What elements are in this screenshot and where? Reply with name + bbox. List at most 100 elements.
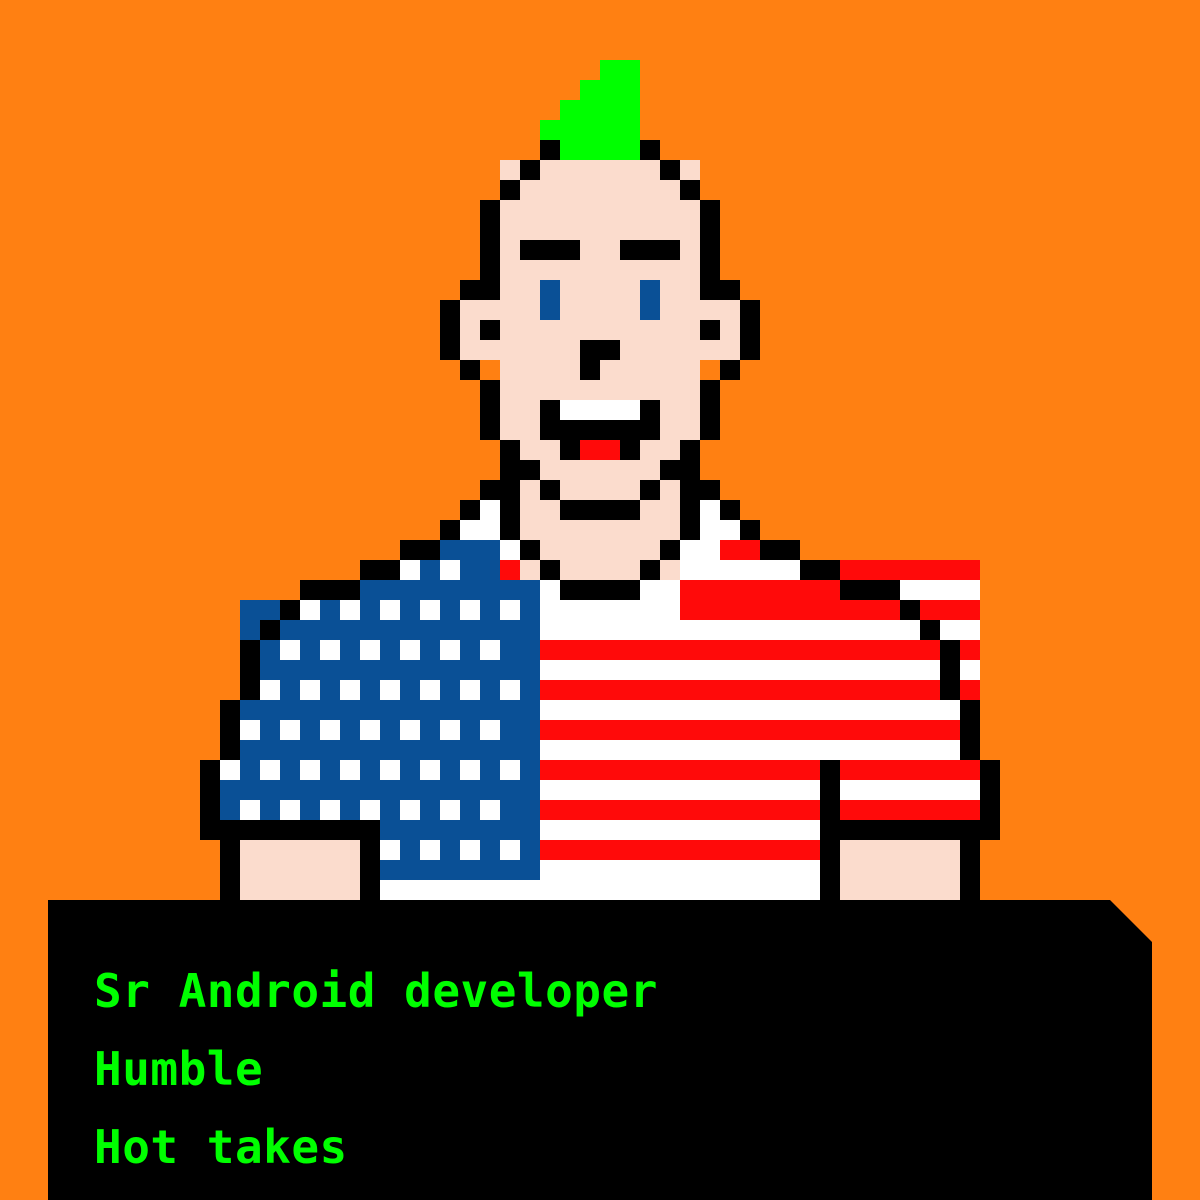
head-outline (480, 320, 500, 340)
outline-pixel (960, 700, 980, 760)
neck-outline (680, 480, 700, 540)
flag-star (320, 720, 340, 740)
flag-stripe-white (380, 880, 820, 900)
flag-stripe-red (720, 540, 760, 560)
outline-pixel (920, 620, 940, 640)
collar (540, 580, 560, 600)
neck-outline (480, 480, 500, 500)
head-outline (680, 440, 700, 480)
flag-star (420, 760, 440, 780)
flag-star (380, 760, 400, 780)
outline-pixel (220, 700, 240, 760)
outline-pixel (820, 760, 840, 900)
flag-star (320, 800, 340, 820)
flag-star (360, 800, 380, 820)
neck-outline (540, 480, 560, 500)
flag-star (500, 760, 520, 780)
flag-star (360, 720, 380, 740)
bio-line-role: Sr Android developer (94, 964, 658, 1018)
head-outline (700, 320, 720, 340)
head-outline (460, 360, 480, 380)
head-outline (500, 440, 520, 480)
head-outline (640, 140, 660, 160)
right-eyebrow (620, 240, 680, 260)
outline-pixel (220, 840, 240, 900)
outline-pixel (400, 540, 440, 560)
head-outline (700, 280, 740, 300)
flag-star (480, 640, 500, 660)
outline-pixel (840, 580, 900, 600)
flag-star (300, 600, 320, 620)
nose (580, 360, 600, 380)
flag-star (340, 600, 360, 620)
outline-pixel (800, 560, 840, 580)
head-outline (540, 140, 560, 160)
flag-star (420, 600, 440, 620)
caption-panel: Sr Android developer Humble Hot takes (48, 900, 1152, 1200)
outline-pixel (360, 560, 400, 580)
collar (460, 520, 500, 540)
outline-pixel (240, 640, 260, 700)
neck-outline (560, 580, 640, 600)
flag-star (240, 800, 260, 820)
flag-star (500, 840, 520, 860)
outline-pixel (200, 820, 380, 840)
tongue (580, 440, 620, 460)
collar (640, 580, 680, 600)
flag-star (460, 760, 480, 780)
mouth-outline (540, 400, 560, 440)
head-outline (660, 460, 680, 480)
mouth-outline (560, 440, 580, 460)
flag-star (380, 680, 400, 700)
flag-star (380, 600, 400, 620)
flag-star (400, 560, 420, 580)
bio-line-opinions: Hot takes (94, 1120, 348, 1174)
flag-star (340, 760, 360, 780)
outline-pixel (280, 600, 300, 620)
bio-list: Sr Android developer Humble Hot takes (94, 952, 658, 1186)
flag-star (300, 760, 320, 780)
neck-outline (640, 560, 660, 580)
outline-pixel (440, 520, 460, 540)
flag-star (500, 600, 520, 620)
chin (520, 460, 680, 480)
neck-outline (700, 480, 720, 500)
outline-pixel (940, 640, 960, 700)
nft-card: Sr Android developer Humble Hot takes (0, 0, 1200, 1200)
outline-pixel (820, 820, 1000, 840)
neck-outline (560, 500, 640, 520)
outline-pixel (760, 540, 800, 560)
pixel-avatar-icon (200, 60, 1000, 900)
head-outline (660, 160, 680, 180)
flag-star (420, 840, 440, 860)
mouth-outline (640, 400, 660, 440)
left-eyebrow (520, 240, 580, 260)
neck-outline (540, 560, 560, 580)
head-outline (720, 360, 740, 380)
teeth (560, 400, 640, 420)
flag-star (460, 680, 480, 700)
neck-outline (500, 480, 520, 540)
mohawk-pixel (580, 80, 600, 160)
head-outline (700, 380, 720, 440)
collar (680, 540, 720, 560)
outline-pixel (900, 600, 920, 620)
flag-star (320, 640, 340, 660)
left-arm (240, 840, 360, 900)
collar (480, 500, 500, 520)
right-eye (640, 280, 660, 320)
head-outline (520, 160, 540, 180)
mouth-outline (560, 420, 640, 440)
flag-star (440, 720, 460, 740)
collar (700, 500, 720, 540)
flag-star (480, 800, 500, 820)
nose (580, 340, 620, 360)
bio-line-trait: Humble (94, 1042, 264, 1096)
head-outline (680, 180, 700, 200)
flag-star (260, 680, 280, 700)
flag-star (400, 720, 420, 740)
outline-pixel (720, 500, 740, 520)
flag-star (300, 680, 320, 700)
flag-stripe-white (540, 600, 680, 620)
neck-outline (520, 540, 540, 560)
